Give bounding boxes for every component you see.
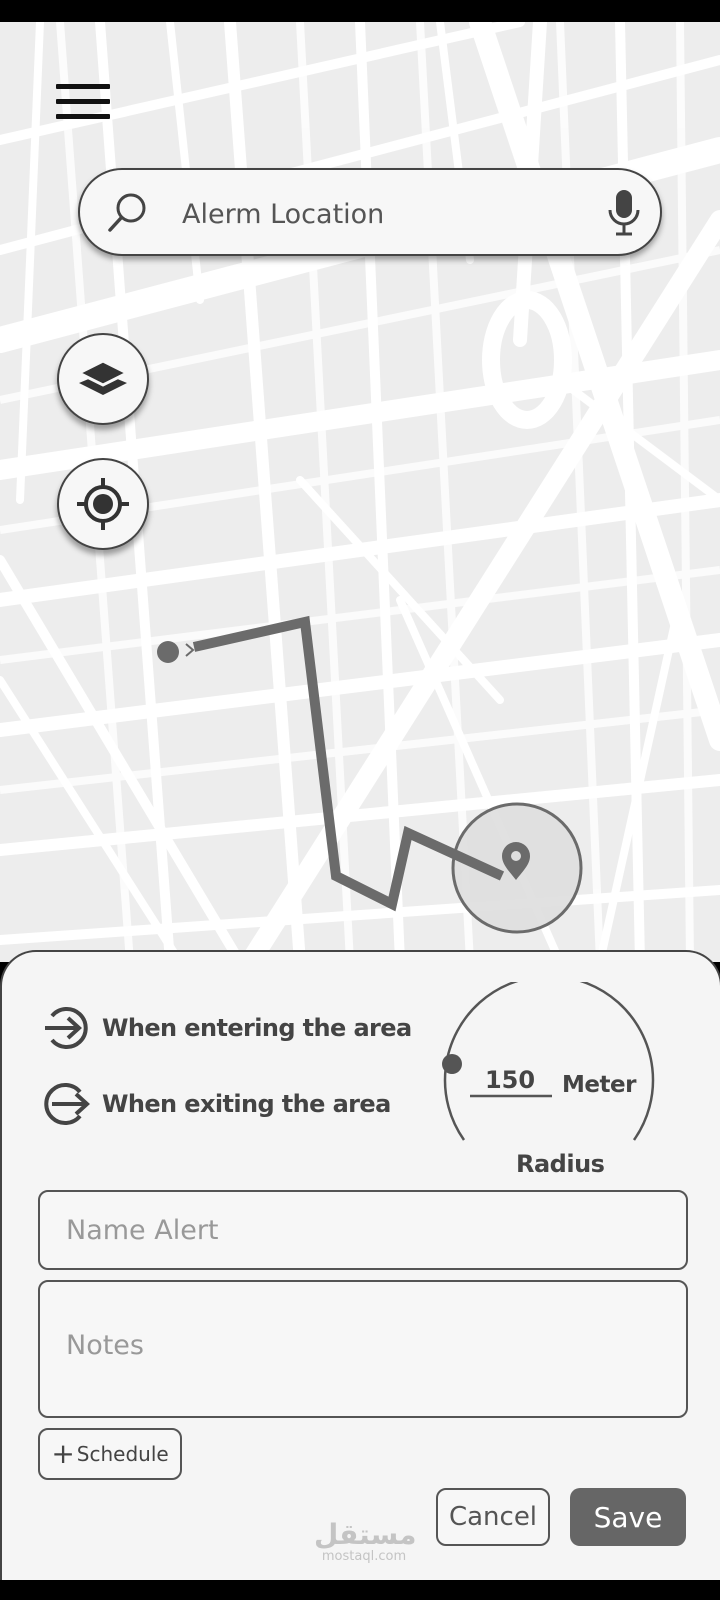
route-start-point	[157, 641, 179, 663]
radius-dial[interactable]: 150 Meter Radius	[440, 982, 670, 1182]
hamburger-menu-icon-line	[56, 99, 110, 104]
radius-label: Radius	[516, 1150, 605, 1178]
watermark-logo: مستقل mostaql.com	[314, 1518, 417, 1564]
search-input[interactable]	[180, 192, 584, 236]
microphone-icon[interactable]	[606, 188, 642, 238]
save-button[interactable]: Save	[570, 1488, 686, 1546]
trigger-enter-option[interactable]: When entering the area	[42, 1004, 412, 1052]
layers-button[interactable]	[57, 333, 149, 425]
schedule-label: Schedule	[76, 1442, 169, 1466]
crosshair-locate-icon	[77, 478, 129, 530]
menu-button[interactable]	[56, 84, 110, 124]
trigger-enter-label: When entering the area	[102, 1014, 412, 1042]
cancel-button[interactable]: Cancel	[436, 1488, 550, 1546]
hamburger-menu-icon-line	[56, 114, 110, 119]
notes-input[interactable]	[38, 1280, 688, 1418]
plus-icon: +	[51, 1437, 75, 1470]
name-alert-input[interactable]	[38, 1190, 688, 1270]
add-schedule-button[interactable]: + Schedule	[38, 1428, 182, 1480]
search-icon	[108, 193, 146, 232]
my-location-button[interactable]	[57, 458, 149, 550]
hamburger-menu-icon	[56, 84, 110, 89]
alert-settings-sheet: When entering the area When exiting the …	[0, 950, 720, 1582]
radius-dial-handle[interactable]	[442, 1054, 462, 1074]
layers-icon	[75, 359, 131, 395]
trigger-exit-label: When exiting the area	[102, 1090, 391, 1118]
search-bar[interactable]	[78, 168, 662, 256]
radius-unit: Meter	[562, 1072, 636, 1098]
route-start-arrow-icon	[185, 643, 195, 657]
watermark-arabic: مستقل	[314, 1518, 417, 1551]
trigger-exit-option[interactable]: When exiting the area	[42, 1080, 391, 1128]
arrow-enter-icon	[45, 1007, 88, 1049]
navigation-bar	[0, 1580, 720, 1600]
radius-value: 150	[484, 1066, 536, 1094]
status-bar	[0, 0, 720, 22]
watermark-latin: mostaql.com	[321, 1549, 407, 1564]
arrow-exit-icon	[44, 1083, 90, 1125]
